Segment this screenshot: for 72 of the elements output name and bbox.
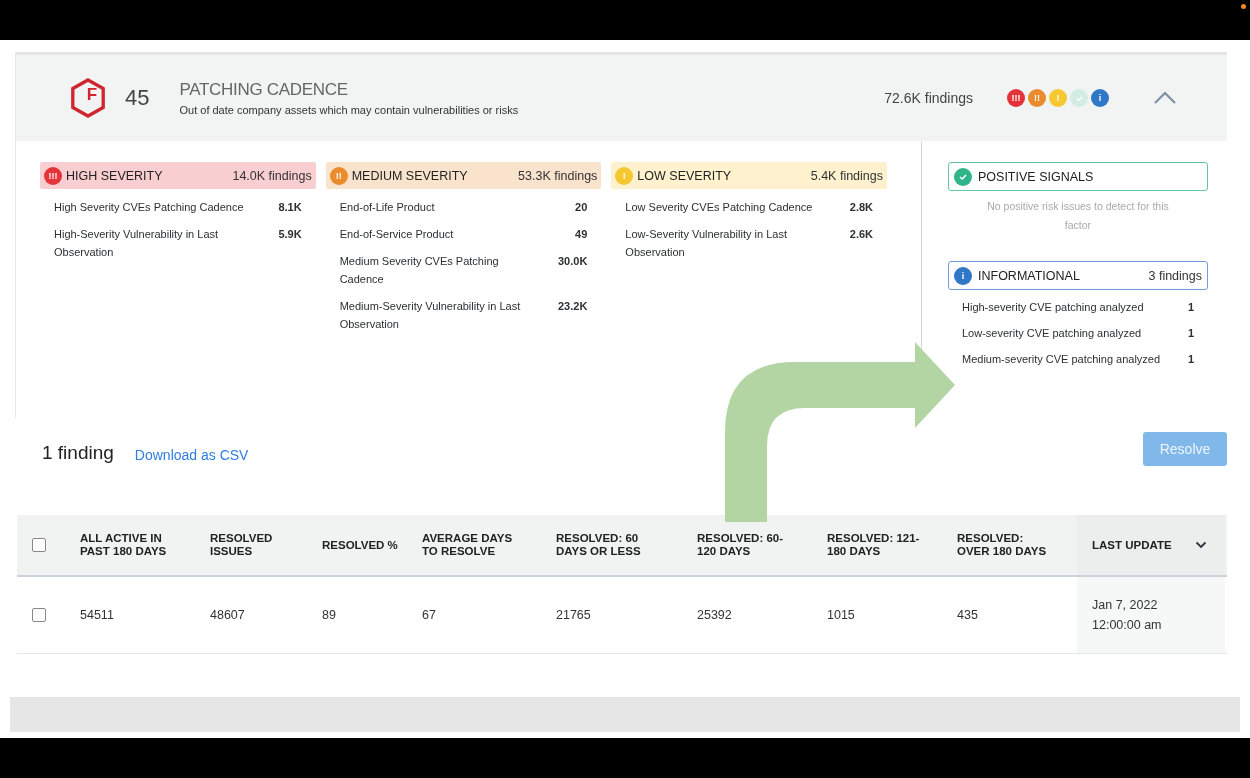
finding-name: High-severity CVE patching analyzed [962,300,1144,315]
factor-description: Out of date company assets which may contain vulnerabilities or risks [179,104,519,116]
table-cell-text: 67 [422,607,436,624]
finding-name: End-of-Life Product [339,200,435,215]
finding-name: Medium-Severity Vulnerability in Last Observation [339,299,522,332]
alert-icon: ! [1049,89,1067,107]
alert-icon: !!! [44,166,62,185]
check-icon [954,167,972,186]
finding-count: 5.9K [278,227,302,242]
finding-name: Medium-severity CVE patching analyzed [962,352,1161,367]
alert-icon: !! [329,166,348,185]
finding-name: High-Severity Vulnerability in Last Observation [54,227,220,260]
alert-icon: !! [1028,89,1046,107]
factor-score: 45 [125,85,150,111]
finding-count: 23.2K [558,299,588,314]
download-csv-link[interactable]: Download as CSV [134,446,249,463]
table-cell-text: Jan 7, 2022 12:00:00 am [1092,597,1163,634]
finding-count: 1 [1187,326,1194,341]
finding-count: 8.1K [278,200,302,215]
grade-hexagon-icon [69,77,107,119]
findings-count: 1 finding [42,442,114,464]
table-cell-text: 435 [957,607,978,624]
table-cell-text: 25392 [697,607,732,624]
select-all-checkbox[interactable] [32,538,46,552]
table-cell-text: 1015 [827,607,855,624]
informational-count: 3 findings [1148,268,1202,283]
severity-count: 5.4K findings [810,168,883,183]
finding-name: Low-severity CVE patching analyzed [962,326,1142,341]
empty-message: No positive risk issues to detect for this factor [986,199,1170,233]
total-findings: 72.6K findings [884,90,973,106]
column-header[interactable]: AVERAGE DAYS TO RESOLVE [422,515,556,575]
finding-name: Medium Severity CVEs Patching Cadence [339,254,500,287]
alert-icon: ! [615,166,634,185]
info-icon: i [954,266,972,285]
column-header[interactable]: RESOLVED ISSUES [210,515,322,575]
alert-icon: !!! [1007,89,1025,107]
finding-name: Low-Severity Vulnerability in Last Observation [625,227,788,260]
column-header[interactable]: RESOLVED: 60 DAYS OR LESS [556,515,697,575]
positive-signals-label: POSITIVE SIGNALS [978,169,1094,184]
collapse-button[interactable] [1153,91,1177,105]
table-cell-text: 89 [322,607,336,624]
severity-count: 53.3K findings [518,168,598,183]
table-cell-text: 21765 [556,607,591,624]
column-header[interactable]: RESOLVED: OVER 180 DAYS [957,515,1077,575]
finding-count: 20 [575,200,588,215]
severity-label: LOW SEVERITY [637,168,732,183]
info-icon: i [1091,89,1109,107]
finding-count: 49 [575,227,588,242]
finding-count: 30.0K [558,254,588,269]
chevron-down-icon[interactable] [1195,541,1207,549]
severity-label: HIGH SEVERITY [66,168,163,183]
column-header[interactable]: RESOLVED: 121-180 DAYS [827,515,957,575]
finding-count: 2.8K [849,200,873,215]
finding-name: End-of-Service Product [339,227,454,242]
informational-label: INFORMATIONAL [978,268,1080,283]
finding-count: 2.6K [849,227,873,242]
column-header[interactable]: ALL ACTIVE IN PAST 180 DAYS [80,515,210,575]
row-checkbox[interactable] [32,608,46,622]
grade-letter: F [85,85,99,105]
finding-count: 1 [1187,300,1194,315]
finding-count: 1 [1187,352,1194,367]
severity-label: MEDIUM SEVERITY [351,168,468,183]
recording-dot-icon [1241,4,1246,9]
finding-name: Low Severity CVEs Patching Cadence [625,200,813,215]
column-header[interactable]: RESOLVED % [322,515,422,575]
factor-title: PATCHING CADENCE [179,80,349,100]
table-cell-text: 48607 [210,607,245,624]
severity-count: 14.0K findings [232,168,312,183]
column-header[interactable]: RESOLVED: 60-120 DAYS [697,515,827,575]
finding-name: High Severity CVEs Patching Cadence [54,200,244,215]
column-header[interactable]: LAST UPDATE [1077,515,1225,575]
table-cell-text: 54511 [80,607,114,624]
